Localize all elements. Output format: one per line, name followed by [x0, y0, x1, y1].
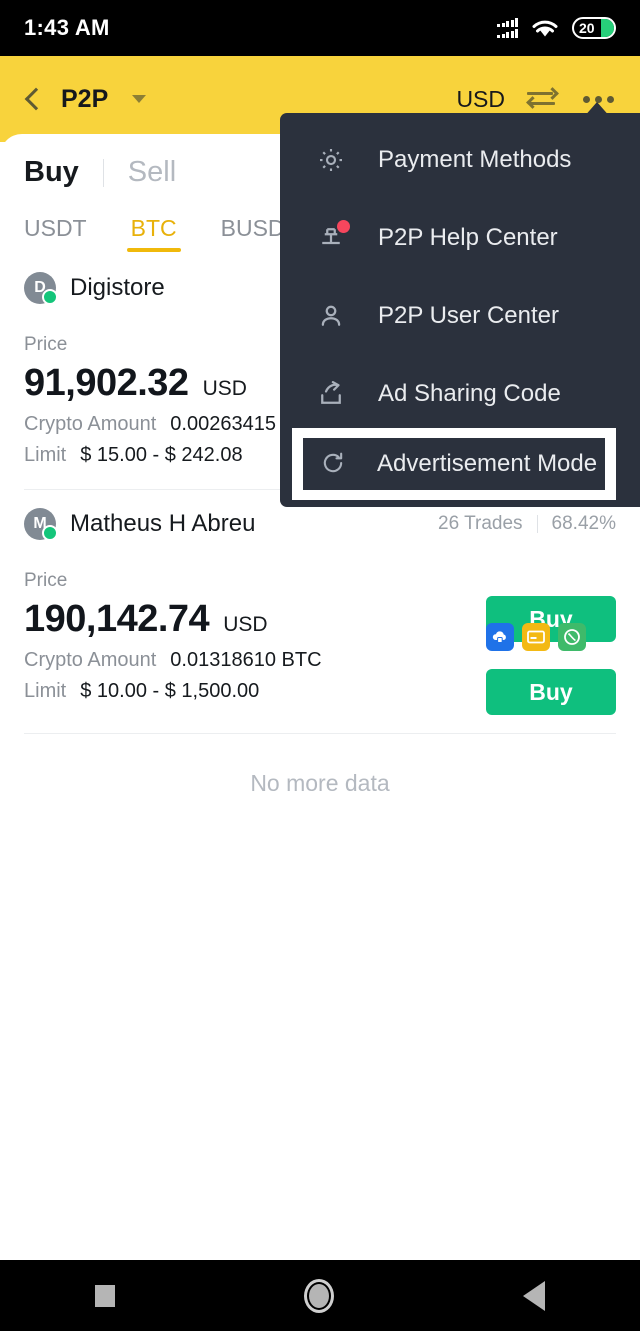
- menu-item-label: Advertisement Mode: [377, 450, 598, 477]
- notification-badge: [337, 220, 350, 233]
- crypto-amount-value: 0.01318610 BTC: [170, 649, 322, 671]
- avatar: D: [24, 272, 58, 305]
- menu-item-ad-sharing-code[interactable]: Ad Sharing Code: [280, 355, 640, 433]
- merchant-stats: 26 Trades 68.42%: [438, 513, 616, 535]
- status-bar: 1:43 AM 20: [0, 0, 640, 56]
- cloud-bank-icon: [486, 623, 514, 651]
- merchant-name: Matheus H Abreu: [70, 510, 256, 537]
- gear-icon: [316, 145, 346, 175]
- signal-bars-icon: [497, 18, 518, 38]
- merchant-info[interactable]: D Digistore: [24, 272, 165, 305]
- avatar: M: [24, 508, 58, 541]
- coin-tab-busd[interactable]: BUSD: [217, 211, 289, 256]
- square-recents-icon[interactable]: [94, 1284, 115, 1307]
- coin-tab-usdt[interactable]: USDT: [20, 211, 91, 256]
- limit-value: $ 15.00 - $ 242.08: [80, 444, 243, 466]
- status-time: 1:43 AM: [24, 15, 110, 40]
- merchant-name: Digistore: [70, 274, 165, 301]
- price-label: Price: [24, 570, 68, 591]
- battery-icon: 20: [572, 17, 616, 39]
- triangle-back-icon[interactable]: [523, 1280, 546, 1311]
- crypto-amount-label: Crypto Amount: [24, 413, 157, 435]
- merchant-info[interactable]: M Matheus H Abreu: [24, 508, 256, 541]
- support-desk-icon: [316, 220, 350, 253]
- tab-buy[interactable]: Buy: [24, 156, 79, 189]
- price-currency: USD: [223, 613, 268, 636]
- price-currency: USD: [202, 377, 247, 400]
- limit-label: Limit: [24, 444, 67, 466]
- limit-value: $ 10.00 - $ 1,500.00: [80, 680, 260, 702]
- footer-status: No more data: [250, 770, 390, 796]
- menu-item-label: Payment Methods: [378, 146, 572, 173]
- buy-button[interactable]: Buy: [486, 669, 616, 715]
- menu-item-help-center[interactable]: P2P Help Center: [280, 199, 640, 277]
- circle-home-icon[interactable]: [303, 1278, 334, 1313]
- menu-item-advertisement-mode-highlight: Advertisement Mode: [292, 428, 616, 500]
- price-value: 91,902.32: [24, 362, 189, 404]
- phone-screen: 1:43 AM 20 P2P USD Buy Sell USDT BTC BUS…: [0, 0, 640, 1331]
- limit-label: Limit: [24, 680, 67, 702]
- crypto-amount-label: Crypto Amount: [24, 649, 157, 671]
- trade-count: 26 Trades: [438, 513, 523, 534]
- status-icon-group: 20: [497, 17, 616, 39]
- wifi-icon: [532, 20, 558, 37]
- share-export-icon: [316, 379, 346, 409]
- menu-item-user-center[interactable]: P2P User Center: [280, 277, 640, 355]
- offer-card[interactable]: M Matheus H Abreu 26 Trades 68.42% Price…: [0, 490, 640, 734]
- coin-tab-btc[interactable]: BTC: [126, 211, 181, 256]
- menu-caret: [583, 102, 611, 118]
- battery-level: 20: [579, 20, 595, 36]
- tab-sell[interactable]: Sell: [128, 156, 176, 189]
- wallet-icon: [558, 623, 586, 651]
- back-chevron-icon[interactable]: [26, 88, 39, 110]
- card-divider: [24, 733, 616, 734]
- swap-arrows-icon[interactable]: [526, 86, 559, 110]
- menu-item-advertisement-mode[interactable]: Advertisement Mode: [303, 438, 605, 490]
- currency-selector[interactable]: USD: [456, 86, 505, 113]
- crypto-amount-value: 0.00263415 B: [170, 413, 295, 435]
- android-nav-bar: [0, 1260, 640, 1331]
- credit-card-icon: [522, 623, 550, 651]
- page-title: P2P: [61, 84, 109, 113]
- menu-item-label: Ad Sharing Code: [378, 380, 561, 407]
- menu-item-payment-methods[interactable]: Payment Methods: [280, 121, 640, 199]
- chevron-down-icon[interactable]: [132, 95, 147, 103]
- menu-item-label: P2P Help Center: [378, 224, 558, 251]
- refresh-icon: [319, 449, 349, 479]
- menu-item-label: P2P User Center: [378, 302, 559, 329]
- tab-divider: [102, 158, 104, 187]
- person-icon: [316, 301, 346, 331]
- payment-method-icons: [486, 623, 616, 651]
- price-value: 190,142.74: [24, 598, 210, 640]
- completion-rate: 68.42%: [551, 513, 616, 534]
